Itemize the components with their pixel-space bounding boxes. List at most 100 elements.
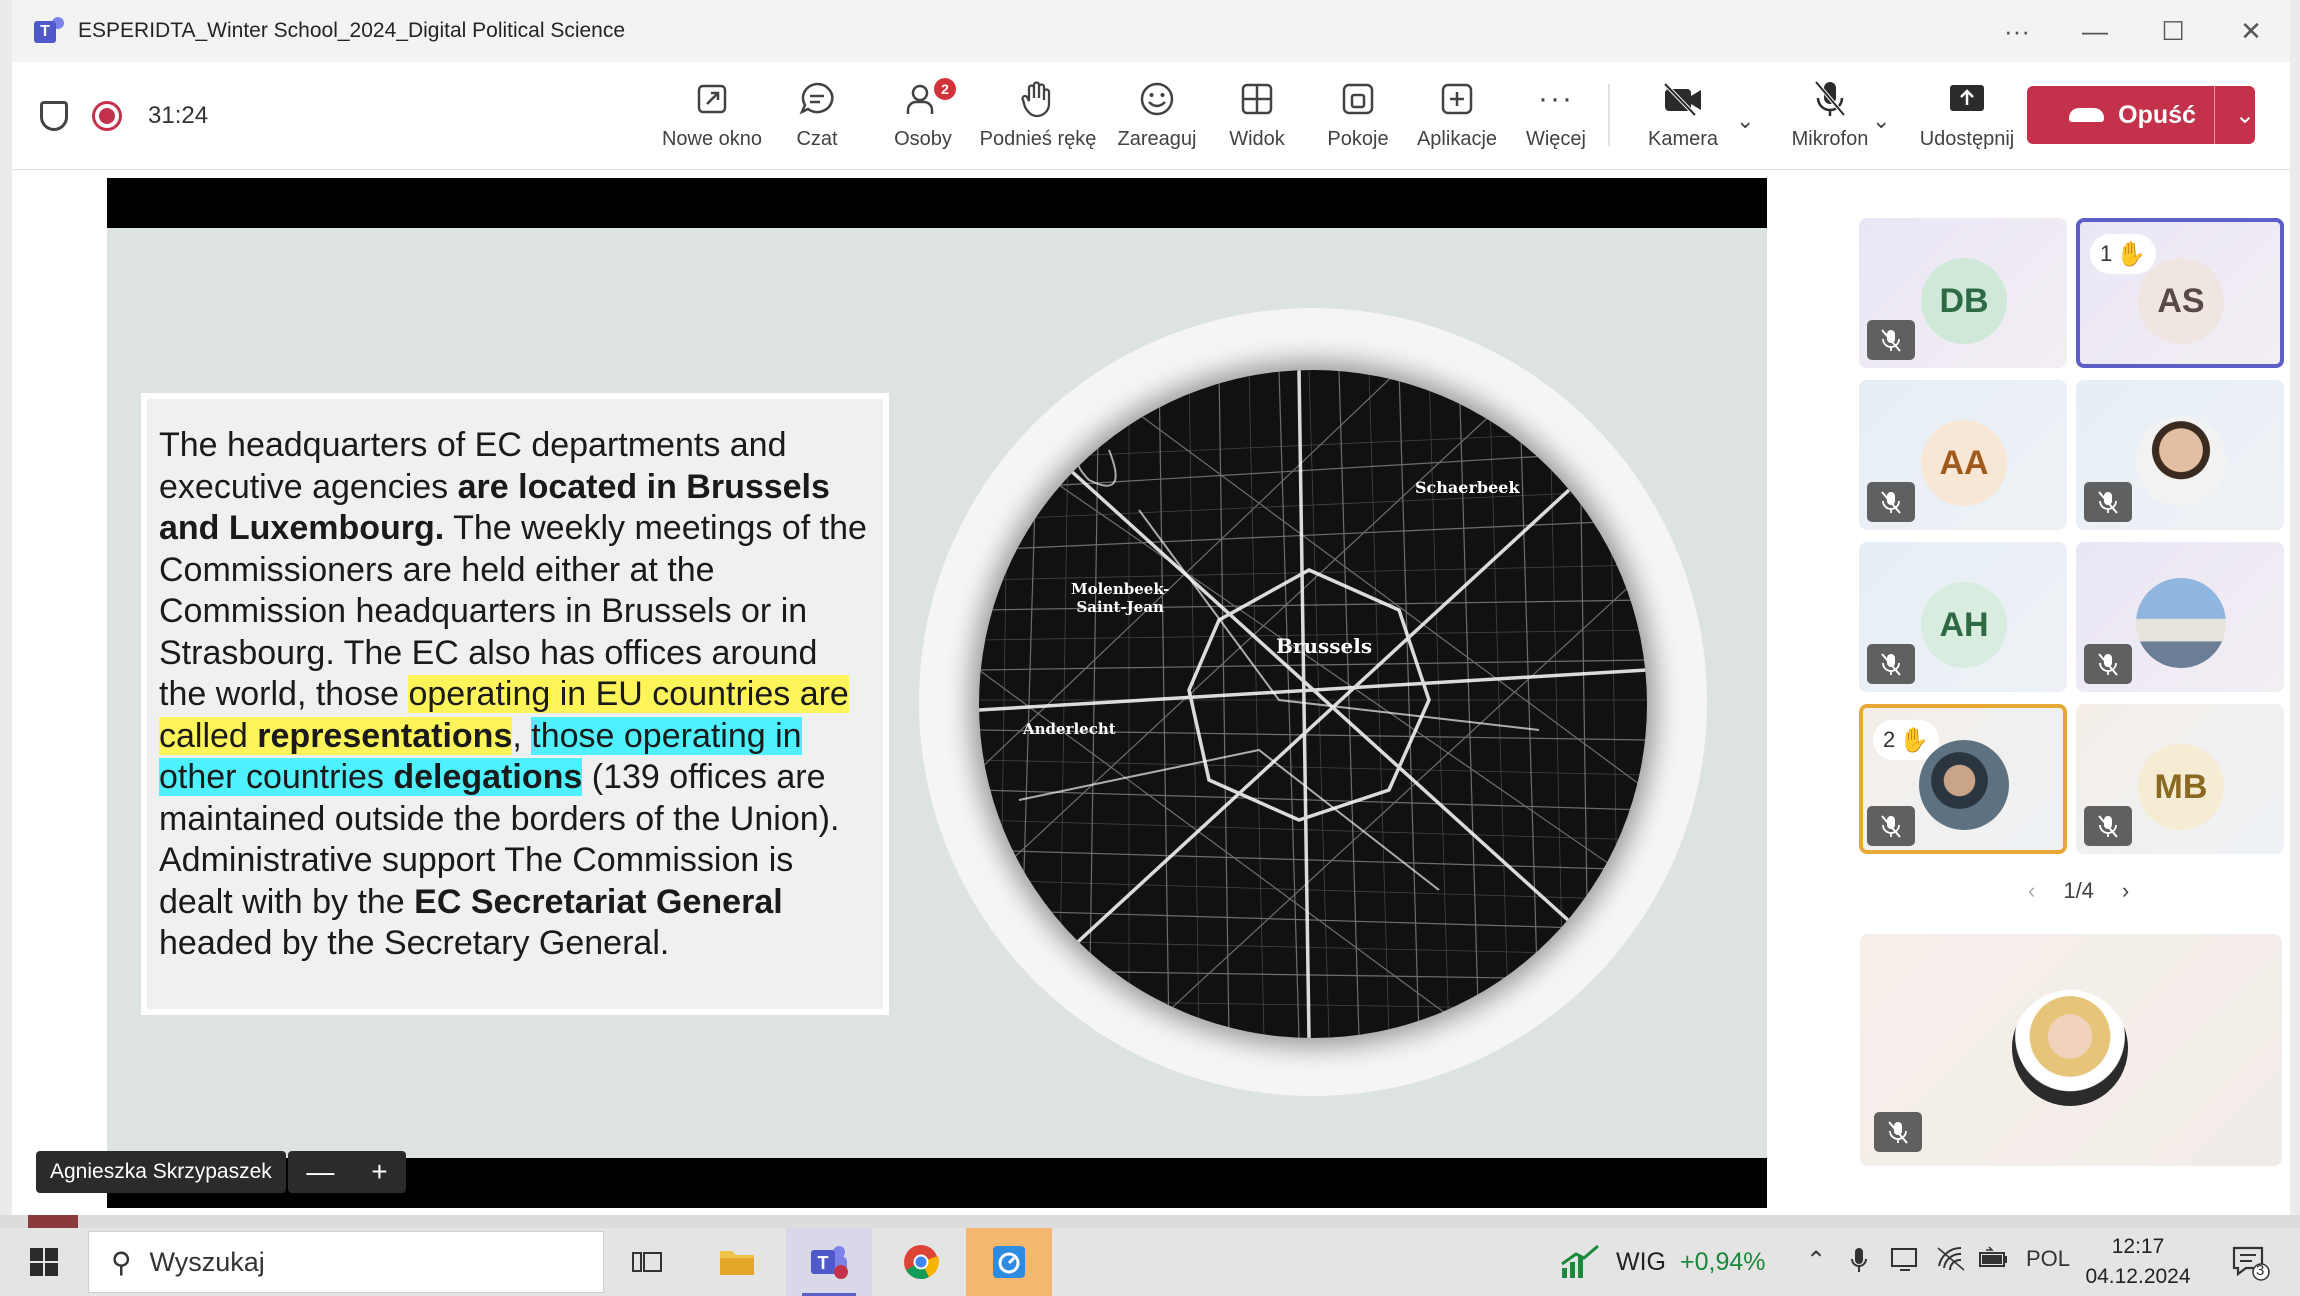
wifi-icon[interactable] [1936, 1246, 1966, 1279]
avatar: AH [1921, 582, 2007, 668]
people-icon: 2 [904, 76, 956, 122]
apps-icon [1439, 76, 1475, 122]
file-explorer-icon[interactable] [694, 1228, 780, 1296]
mic-off-icon [1867, 320, 1915, 360]
leave-options-chevron-icon[interactable]: ⌄ [2235, 101, 2255, 130]
minimize-icon[interactable]: — [2056, 16, 2134, 47]
map-label-brussels: Brussels [1276, 634, 1373, 658]
people-button[interactable]: 2 Osoby [878, 76, 968, 162]
meeting-timer: 31:24 [148, 102, 209, 129]
presentation-slide: The headquarters of EC departments and e… [107, 228, 1767, 1158]
zoom-in-button[interactable]: + [371, 1156, 387, 1188]
participant-tile[interactable]: AH [1859, 542, 2067, 692]
maximize-icon[interactable]: ☐ [2134, 16, 2212, 47]
meeting-toolbar: 31:24 Nowe okno Czat 2 Osoby Podnieś ręk… [12, 62, 2290, 170]
mic-off-icon [2084, 644, 2132, 684]
notification-count: 3 [2256, 1262, 2265, 1279]
tray-overflow-chevron-icon[interactable]: ⌃ [1806, 1246, 1826, 1275]
chat-icon [798, 76, 836, 122]
window-bottom-edge [0, 1215, 2300, 1228]
mic-off-icon [2084, 806, 2132, 846]
camera-button[interactable]: Kamera [1628, 76, 1738, 162]
people-count-badge: 2 [934, 78, 956, 100]
stock-chart-icon [1561, 1244, 1599, 1278]
map-label-molenbeek: Molenbeek- Saint-Jean [1071, 580, 1170, 616]
more-icon: ··· [1538, 82, 1574, 115]
chrome-icon[interactable] [878, 1228, 964, 1296]
self-view-tile[interactable] [1860, 934, 2282, 1166]
participant-tile[interactable]: MB [2076, 704, 2284, 854]
display-tray-icon[interactable] [1890, 1246, 1920, 1279]
presenter-name-tag: Agnieszka Skrzypaszek [36, 1151, 286, 1193]
window-controls: ··· — ☐ ✕ [1978, 0, 2290, 62]
zoom-out-button[interactable]: — [306, 1156, 334, 1188]
shared-screen: The headquarters of EC departments and e… [107, 178, 1767, 1208]
share-button[interactable]: Udostępnij [1902, 76, 2032, 162]
new-window-button[interactable]: Nowe okno [652, 76, 772, 162]
participant-tile-speaking[interactable]: 2 ✋ [1859, 704, 2067, 854]
task-view-icon[interactable] [604, 1228, 690, 1296]
mic-off-icon [1874, 1112, 1922, 1152]
map-label-schaerbeek: Schaerbeek [1415, 478, 1520, 497]
participant-tile-speaking[interactable]: 1 ✋ AS [2076, 218, 2284, 368]
mic-options-chevron-icon[interactable]: ⌄ [1872, 108, 1890, 134]
avatar: MB [2138, 744, 2224, 830]
participant-tile[interactable] [2076, 542, 2284, 692]
background-app-thumb [28, 1215, 78, 1228]
screen-recorder-icon[interactable] [966, 1228, 1052, 1296]
brussels-map: Schaerbeek Molenbeek- Saint-Jean Brussel… [979, 370, 1647, 1038]
teams-logo-icon: T [34, 17, 64, 45]
previous-page-icon[interactable]: ‹ [2028, 878, 2035, 904]
notification-center-icon[interactable]: 3 [2230, 1242, 2270, 1282]
leave-button[interactable]: Opuść ⌄ [2027, 86, 2255, 144]
gallery-pager: ‹ 1/4 › [2014, 878, 2143, 904]
rooms-icon [1340, 76, 1376, 122]
participant-photo [2012, 990, 2128, 1106]
mic-off-icon [1812, 76, 1848, 122]
system-clock[interactable]: 12:17 04.12.2024 [2078, 1232, 2198, 1292]
stock-widget[interactable]: WIG +0,94% [1558, 1228, 1766, 1296]
next-page-icon[interactable]: › [2122, 878, 2129, 904]
more-options-icon[interactable]: ··· [1978, 16, 2056, 47]
avatar: AS [2138, 258, 2224, 344]
react-button[interactable]: Zareaguj [1102, 76, 1212, 162]
raise-hand-icon: ✋ [1899, 726, 1930, 754]
map-label-anderlecht: Anderlecht [1023, 720, 1116, 738]
rooms-button[interactable]: Pokoje [1308, 76, 1408, 162]
view-button[interactable]: Widok [1212, 76, 1302, 162]
language-indicator[interactable]: POL [2026, 1246, 2070, 1272]
avatar: DB [1921, 258, 2007, 344]
title-bar: T ESPERIDTA_Winter School_2024_Digital P… [12, 0, 2290, 62]
popout-icon [694, 76, 730, 122]
search-placeholder: Wyszukaj [149, 1246, 265, 1277]
react-icon [1138, 76, 1176, 122]
mic-off-icon [1867, 806, 1915, 846]
map-disc: Schaerbeek Molenbeek- Saint-Jean Brussel… [919, 308, 1707, 1096]
shield-icon[interactable] [40, 101, 68, 131]
participant-tile[interactable] [2076, 380, 2284, 530]
battery-icon[interactable] [1978, 1246, 2010, 1279]
raise-hand-button[interactable]: Podnieś rękę [968, 76, 1108, 162]
taskbar-search[interactable]: ⚲ Wyszukaj [88, 1231, 604, 1293]
participant-photo [1919, 740, 2009, 830]
windows-start-icon[interactable] [30, 1248, 58, 1276]
svg-text:T: T [818, 1253, 829, 1273]
mic-off-icon [1867, 644, 1915, 684]
participant-tile[interactable]: AA [1859, 380, 2067, 530]
participant-tile[interactable]: DB [1859, 218, 2067, 368]
taskbar: ⚲ Wyszukaj T WIG +0,94% ⌃ POL 12:17 04.1… [0, 1228, 2300, 1296]
mic-off-icon [2084, 482, 2132, 522]
raise-hand-icon [1019, 76, 1057, 122]
apps-button[interactable]: Aplikacje [1402, 76, 1512, 162]
camera-options-chevron-icon[interactable]: ⌄ [1736, 108, 1754, 134]
chat-button[interactable]: Czat [772, 76, 862, 162]
zoom-controls: — + [288, 1151, 406, 1193]
participant-photo [2136, 416, 2226, 506]
teams-taskbar-icon[interactable]: T [786, 1228, 872, 1296]
recording-icon [92, 101, 122, 131]
share-icon [1947, 76, 1987, 122]
more-button[interactable]: ··· Więcej [1506, 76, 1606, 162]
hang-up-icon [2069, 108, 2105, 122]
microphone-tray-icon[interactable] [1850, 1246, 1868, 1281]
close-icon[interactable]: ✕ [2212, 16, 2290, 47]
